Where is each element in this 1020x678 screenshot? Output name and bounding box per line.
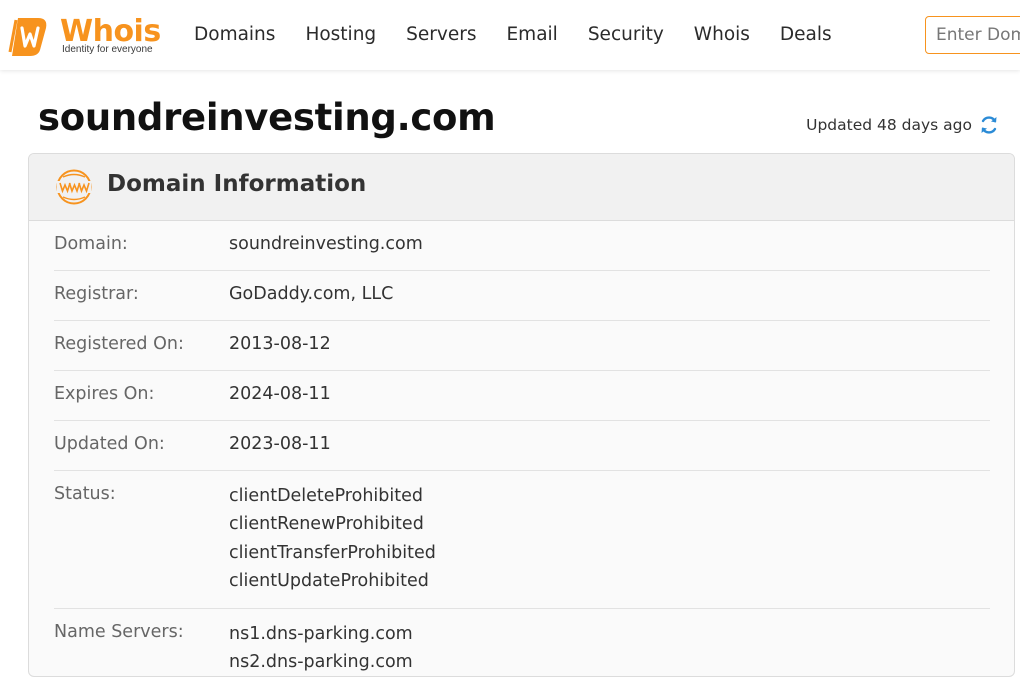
row-label: Registrar: (54, 284, 139, 304)
nav-hosting[interactable]: Hosting (305, 22, 376, 50)
whois-logo-icon (8, 18, 47, 56)
row-value: ns1.dns-parking.com ns2.dns-parking.com (229, 620, 413, 676)
row-label: Name Servers: (54, 622, 184, 643)
row-domain: Domain: soundreinvesting.com (54, 221, 990, 271)
nav-servers[interactable]: Servers (406, 22, 476, 50)
updated-on-value: 2023-08-11 (229, 434, 331, 454)
row-label: Domain: (54, 234, 128, 254)
row-value: GoDaddy.com, LLC (229, 282, 393, 307)
row-registered-on: Registered On: 2013-08-12 (54, 321, 990, 371)
row-label: Updated On: (54, 434, 165, 454)
domain-info-rows: Domain: soundreinvesting.com Registrar: … (54, 221, 990, 676)
www-globe-icon (55, 168, 93, 211)
row-registrar: Registrar: GoDaddy.com, LLC (54, 271, 990, 321)
row-value: 2013-08-12 (229, 332, 331, 357)
card-title: Domain Information (107, 171, 367, 197)
row-name-servers: Name Servers: ns1.dns-parking.com ns2.dn… (54, 609, 990, 676)
status-value: clientUpdateProhibited (229, 570, 429, 591)
row-value: clientDeleteProhibited clientRenewProhib… (229, 482, 436, 595)
nav-email[interactable]: Email (506, 22, 557, 50)
nav-domains[interactable]: Domains (194, 22, 275, 50)
card-header: Domain Information (29, 154, 1014, 221)
name-server-value: ns1.dns-parking.com (229, 624, 413, 645)
row-status: Status: clientDeleteProhibited clientRen… (54, 471, 990, 610)
row-updated-on: Updated On: 2023-08-11 (54, 421, 990, 471)
row-value: 2024-08-11 (229, 382, 331, 407)
domain-search-input[interactable] (925, 16, 1020, 54)
nav-security[interactable]: Security (588, 22, 664, 50)
status-value: clientRenewProhibited (229, 514, 424, 535)
page-title: soundreinvesting.com (38, 96, 496, 139)
registrar-value: GoDaddy.com, LLC (229, 284, 394, 304)
nav-whois[interactable]: Whois (694, 22, 750, 50)
row-label: Status: (54, 484, 116, 504)
updated-status: Updated 48 days ago (806, 114, 1000, 136)
registered-on-value: 2013-08-12 (229, 334, 331, 354)
domain-value: soundreinvesting.com (229, 234, 423, 254)
site-header: Whois Identity for everyone Domains Host… (0, 0, 1020, 70)
row-label: Expires On: (54, 384, 155, 404)
row-expires-on: Expires On: 2024-08-11 (54, 371, 990, 421)
main-nav: Domains Hosting Servers Email Security W… (194, 22, 862, 50)
name-server-value: ns2.dns-parking.com (229, 652, 413, 673)
row-value: 2023-08-11 (229, 432, 331, 457)
whois-logo[interactable]: Whois Identity for everyone (8, 14, 168, 58)
nav-deals[interactable]: Deals (780, 22, 832, 50)
domain-information-card: Domain Information Domain: soundreinvest… (28, 153, 1015, 677)
row-value: soundreinvesting.com (229, 232, 423, 257)
row-label: Registered On: (54, 334, 184, 354)
refresh-icon[interactable] (978, 114, 1000, 136)
status-value: clientDeleteProhibited (229, 486, 423, 506)
expires-on-value: 2024-08-11 (229, 384, 331, 404)
status-value: clientTransferProhibited (229, 542, 436, 563)
updated-text: Updated 48 days ago (806, 116, 972, 134)
logo-tagline: Identity for everyone (62, 44, 153, 55)
